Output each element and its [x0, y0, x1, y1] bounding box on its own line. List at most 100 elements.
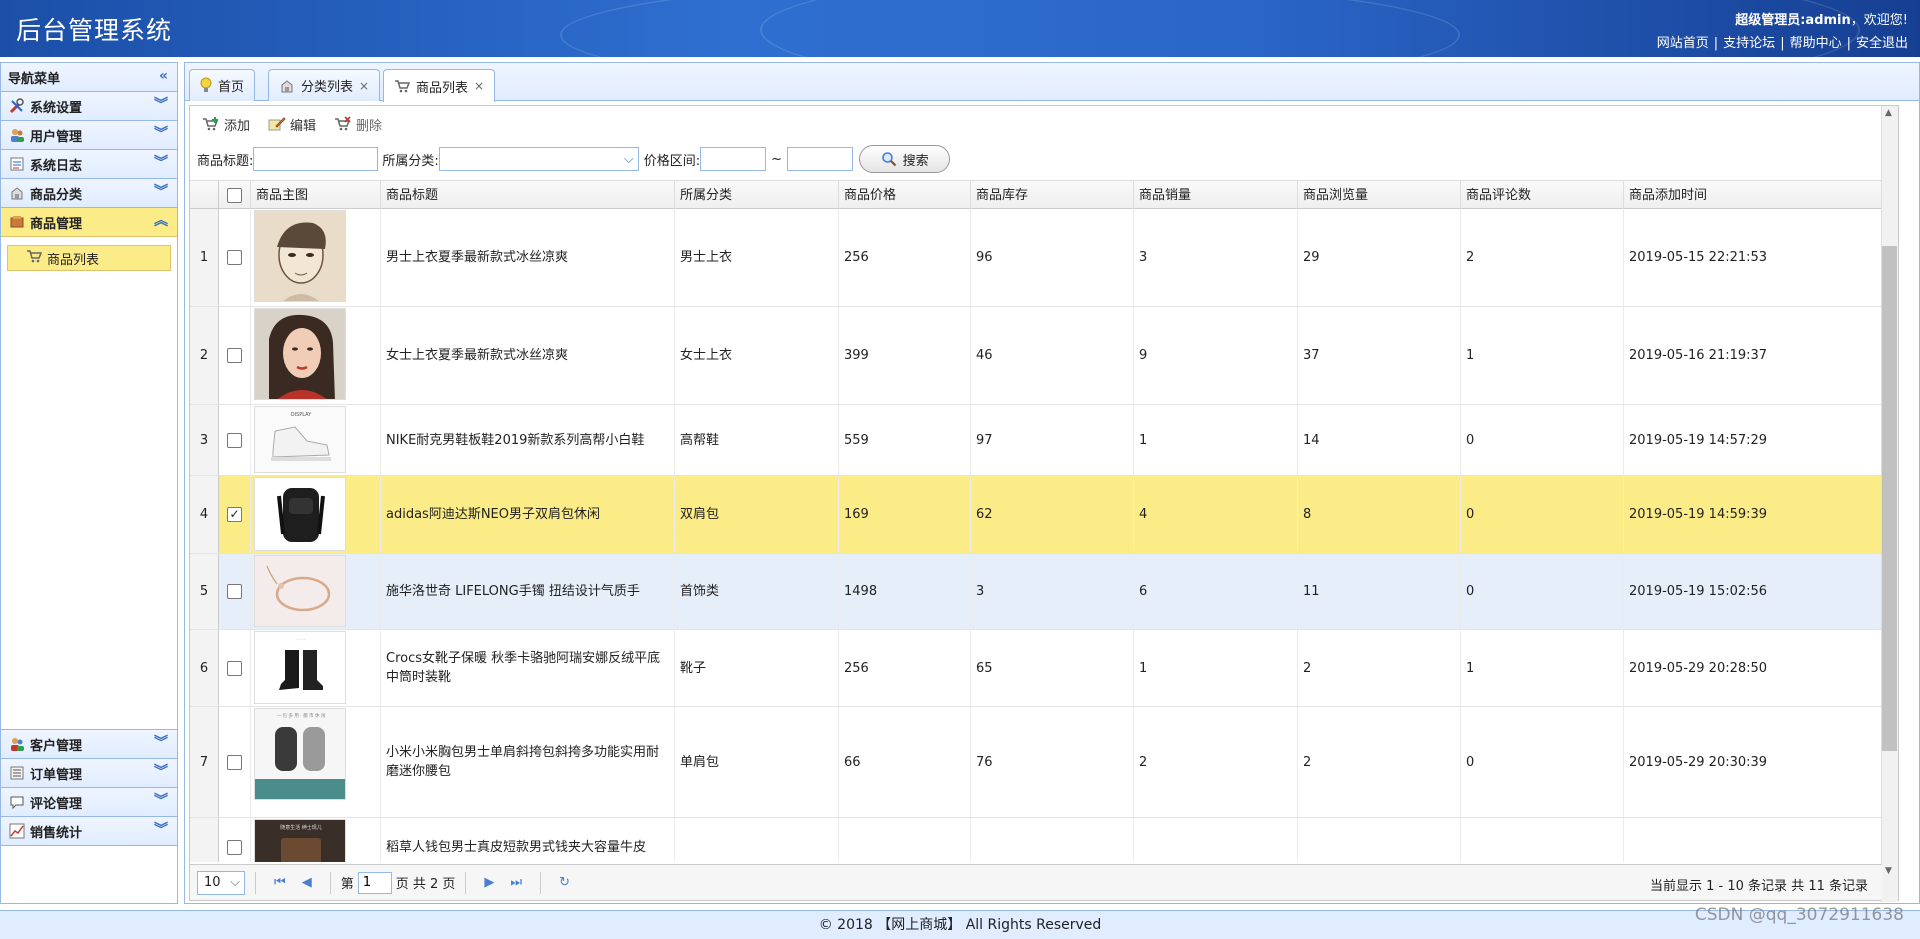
row-checkbox[interactable] — [227, 250, 242, 265]
row-checkbox[interactable] — [227, 348, 242, 363]
table-row[interactable]: 1 男士上衣夏季最新款式冰丝凉爽 男士上衣 256 96 3 29 2 2019-05-15 2… — [190, 209, 1882, 307]
price-min-input[interactable] — [700, 147, 767, 171]
delete-button[interactable]: 删除 — [334, 115, 382, 134]
edit-button[interactable]: 编辑 — [268, 115, 316, 134]
cell-price: 256 — [839, 630, 971, 706]
last-page-icon[interactable]: ⏭ — [510, 875, 522, 890]
chevron-down-icon: ︾ — [154, 735, 168, 751]
tab-category-list[interactable]: 分类列表 × — [268, 69, 381, 101]
close-icon[interactable]: × — [359, 79, 369, 93]
cell-price: 559 — [839, 405, 971, 475]
page-number-input[interactable] — [357, 871, 392, 894]
sidebar-group-customers[interactable]: 客户管理 ︾ — [1, 730, 177, 759]
sidebar-group-label: 商品管理 — [30, 216, 83, 232]
sidebar-group-label: 系统日志 — [30, 158, 83, 174]
col-comments[interactable]: 商品评论数 — [1461, 181, 1624, 210]
black-backpack-image — [254, 477, 346, 551]
first-page-icon[interactable]: ⏮ — [274, 875, 286, 890]
chevron-down-icon: ⌵ — [230, 875, 240, 890]
sidebar-group-category[interactable]: 商品分类 ︾ — [1, 179, 177, 208]
cell-price: 169 — [839, 476, 971, 553]
welcome-text: 超级管理员:admin，欢迎您! — [1735, 9, 1908, 28]
sidebar-group-comments[interactable]: 评论管理 ︾ — [1, 788, 177, 817]
cell-stock: 96 — [971, 209, 1134, 306]
cell-stock — [971, 818, 1134, 862]
svg-text:· · ·: · · · — [297, 637, 305, 643]
page-size-select[interactable]: 10 ⌵ — [197, 870, 245, 895]
sidebar-group-goods[interactable]: 商品管理 ︽ — [1, 208, 177, 237]
sidebar-group-sales[interactable]: 销售统计 ︾ — [1, 817, 177, 846]
vertical-scrollbar[interactable]: ▲ ▼ — [1881, 106, 1898, 902]
row-checkbox[interactable] — [227, 432, 242, 448]
users-icon — [8, 126, 26, 144]
cell-sales: 2 — [1134, 707, 1298, 817]
row-select-cell — [219, 307, 251, 404]
col-views[interactable]: 商品浏览量 — [1298, 181, 1461, 210]
table-row[interactable]: 6 · · · Crocs女靴子保暖 秋季卡骆驰阿瑞安娜反绒平底中筒时装靴 靴子 256… — [190, 630, 1882, 707]
sidebar-group-users[interactable]: 用户管理 ︾ — [1, 121, 177, 150]
link-logout[interactable]: 安全退出 — [1856, 36, 1908, 51]
scroll-up-icon[interactable]: ▲ — [1885, 108, 1892, 118]
cell-comments — [1461, 818, 1624, 862]
col-sales[interactable]: 商品销量 — [1134, 181, 1298, 210]
page-prefix: 第 — [340, 877, 354, 892]
col-image[interactable]: 商品主图 — [251, 181, 381, 210]
link-site-home[interactable]: 网站首页 — [1657, 36, 1709, 51]
sidebar-group-orders[interactable]: 订单管理 ︾ — [1, 759, 177, 788]
col-title[interactable]: 商品标题 — [381, 181, 675, 210]
cell-comments: 1 — [1461, 630, 1624, 706]
sidebar-group-log[interactable]: 系统日志 ︾ — [1, 150, 177, 179]
table-row[interactable]: 随意生活 绅士现儿 稻草人钱包男士真皮短款男式钱夹大容量牛皮 — [190, 818, 1882, 862]
link-help[interactable]: 帮助中心 — [1790, 36, 1842, 51]
search-button[interactable]: 搜索 — [859, 145, 951, 173]
cell-comments: 0 — [1461, 476, 1624, 553]
sidebar-group-label: 商品分类 — [30, 187, 83, 203]
category-icon — [8, 184, 26, 202]
cell-sales: 9 — [1134, 307, 1298, 404]
collapse-left-icon[interactable]: « — [159, 68, 168, 84]
add-button[interactable]: 添加 — [202, 115, 250, 134]
table-row[interactable]: 3 DISPLAY NIKE耐克男鞋板鞋2019新款系列高帮小白鞋 高帮鞋 559 97 1… — [190, 405, 1882, 476]
col-category[interactable]: 所属分类 — [675, 181, 839, 210]
link-forum[interactable]: 支持论坛 — [1723, 36, 1775, 51]
cell-category: 首饰类 — [675, 554, 839, 629]
cell-sales: 4 — [1134, 476, 1298, 553]
col-added-time[interactable]: 商品添加时间 — [1624, 181, 1882, 210]
sidebar-item-goods-list[interactable]: 商品列表 — [7, 245, 171, 271]
row-checkbox[interactable]: ✓ — [227, 507, 242, 522]
cell-price: 399 — [839, 307, 971, 404]
table-row[interactable]: 7 一 包 多 用 · 都 市 休 闲 小米小米胸包男士单肩斜挎包斜挎多功能实用耐磨… — [190, 707, 1882, 818]
cell-views: 11 — [1298, 554, 1461, 629]
scrollbar-thumb[interactable] — [1882, 246, 1897, 751]
cell-added-time: 2019-05-16 21:19:37 — [1624, 307, 1882, 404]
col-stock[interactable]: 商品库存 — [971, 181, 1134, 210]
close-icon[interactable]: × — [474, 79, 484, 93]
table-row[interactable]: 5 施华洛世奇 LIFELONG手镯 扭结设计气质手 首饰类 1498 3 6 11 0 201… — [190, 554, 1882, 630]
category-select[interactable]: ⌵ — [438, 147, 639, 171]
table-row[interactable]: 4 ✓ adidas阿迪达斯NEO男子双肩包休闲 双肩包 169 62 4 8 0 2019-05… — [190, 476, 1882, 554]
select-all-checkbox[interactable] — [227, 188, 242, 203]
cell-added-time: 2019-05-15 22:21:53 — [1624, 209, 1882, 306]
row-number: 3 — [190, 405, 219, 475]
row-checkbox[interactable] — [227, 754, 242, 770]
black-boots-image: · · · — [254, 631, 346, 704]
price-max-input[interactable] — [787, 147, 854, 171]
row-checkbox[interactable] — [227, 660, 242, 676]
chevron-down-icon: ︾ — [154, 155, 168, 171]
main-panel: 首页 分类列表 × 商品列表 × 添加 编辑 删除 商品标题: 所属分类: ⌵ … — [184, 62, 1920, 904]
table-row[interactable]: 2 女士上衣夏季最新款式冰丝凉爽 女士上衣 399 46 9 37 1 2019-05-16 2… — [190, 307, 1882, 405]
row-checkbox[interactable] — [227, 584, 242, 599]
cell-sales: 1 — [1134, 405, 1298, 475]
tab-home[interactable]: 首页 — [189, 69, 256, 101]
chevron-down-icon: ⌵ — [623, 151, 634, 167]
refresh-icon[interactable]: ↻ — [559, 875, 570, 890]
tab-goods-list[interactable]: 商品列表 × — [383, 69, 496, 102]
col-price[interactable]: 商品价格 — [839, 181, 971, 210]
scroll-down-icon[interactable]: ▼ — [1885, 866, 1892, 876]
edit-icon — [268, 116, 286, 132]
row-checkbox[interactable] — [227, 840, 242, 855]
title-filter-input[interactable] — [253, 147, 379, 171]
prev-page-icon[interactable]: ◀ — [302, 875, 312, 890]
next-page-icon[interactable]: ▶ — [484, 875, 494, 890]
sidebar-group-system[interactable]: 系统设置 ︾ — [1, 92, 177, 121]
